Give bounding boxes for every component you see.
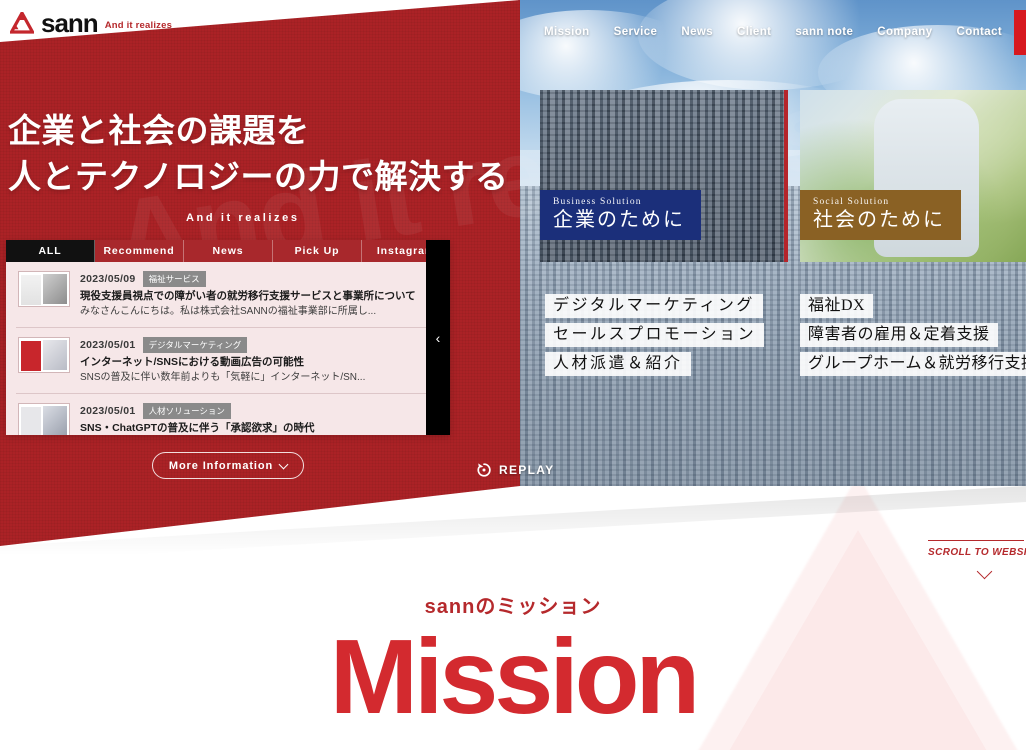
service-link-welfare-dx[interactable]: 福祉DX	[800, 294, 874, 318]
replay-icon	[477, 463, 491, 477]
mission-subtitle: sannのミッション	[424, 596, 602, 618]
social-service-list: 福祉DX 障害者の雇用＆定着支援 グループホーム＆就労移行支援	[800, 294, 1026, 376]
business-label-en: Business Solution	[553, 197, 642, 207]
news-tab-bar: ALL Recommend News Pick Up Instagram	[6, 240, 450, 262]
scroll-to-website-label: SCROLL TO WEBSITE	[928, 547, 1026, 558]
business-label: Business Solution 企業のために	[540, 190, 701, 240]
social-label: Social Solution 社会のために	[800, 190, 961, 240]
triangle-recycle-icon	[10, 12, 34, 34]
site-logo[interactable]: sann And it realizes	[10, 8, 173, 38]
news-tab-pickup[interactable]: Pick Up	[273, 240, 362, 262]
service-link-group-home[interactable]: グループホーム＆就労移行支援	[800, 352, 1026, 376]
headline-subline: And it realizes	[186, 212, 300, 224]
mission-title: Mission	[329, 618, 701, 736]
news-thumbnail	[18, 337, 70, 373]
news-date: 2023/05/09	[80, 273, 136, 285]
more-information-label: More Information	[168, 459, 274, 472]
nav-item-mission[interactable]: Mission	[532, 12, 602, 53]
news-thumbnail	[18, 271, 70, 307]
service-link-disability-employment[interactable]: 障害者の雇用＆定着支援	[800, 323, 998, 347]
news-list-item[interactable]: 2023/05/01 人材ソリューション SNS・ChatGPTの普及に伴う「承…	[16, 394, 440, 435]
nav-item-news[interactable]: News	[669, 12, 725, 53]
business-label-ja: 企業のために	[553, 209, 685, 231]
headline-line-1: 企業と社会の課題を	[8, 112, 310, 149]
news-list-item[interactable]: 2023/05/09 福祉サービス 現役支援員視点での障がい者の就労移行支援サー…	[16, 262, 440, 328]
news-list-item[interactable]: 2023/05/01 デジタルマーケティング インターネット/SNSにおける動画…	[16, 328, 440, 394]
social-label-en: Social Solution	[813, 197, 890, 207]
mission-section: sannのミッション Mission	[0, 590, 1026, 736]
nav-item-sann-note[interactable]: sann note	[783, 12, 865, 53]
solution-card-social[interactable]: Social Solution 社会のために	[800, 90, 1026, 262]
news-tab-recommend[interactable]: Recommend	[95, 240, 184, 262]
news-date: 2023/05/01	[80, 339, 136, 351]
replay-button[interactable]: REPLAY	[476, 462, 554, 478]
logo-tagline: And it realizes	[104, 20, 173, 31]
scroll-divider	[928, 540, 1024, 541]
nav-item-service[interactable]: Service	[602, 12, 670, 53]
recruit-button[interactable]: Recruit 採用サイト	[1014, 10, 1026, 55]
news-panel: ALL Recommend News Pick Up Instagram 202…	[6, 240, 450, 435]
main-navigation: Mission Service News Client sann note Co…	[518, 10, 1026, 55]
service-link-sales-promotion[interactable]: セールスプロモーション	[545, 323, 765, 347]
chevron-left-icon: ‹	[435, 329, 441, 346]
more-information-button[interactable]: More Information	[152, 452, 304, 479]
replay-label: REPLAY	[499, 463, 555, 477]
news-thumbnail	[18, 403, 70, 435]
chevron-down-icon	[278, 459, 289, 469]
scroll-to-website[interactable]: SCROLL TO WEBSITE	[928, 540, 1026, 580]
news-item-list: 2023/05/09 福祉サービス 現役支援員視点での障がい者の就労移行支援サー…	[6, 262, 450, 435]
solution-card-business[interactable]: Business Solution 企業のために	[540, 90, 788, 262]
service-link-digital-marketing[interactable]: デジタルマーケティング	[545, 294, 763, 318]
news-title: SNS・ChatGPTの普及に伴う「承認欲求」の時代	[80, 422, 315, 434]
service-link-staffing[interactable]: 人材派遣＆紹介	[545, 352, 691, 376]
news-category-badge: 人材ソリューション	[142, 403, 231, 419]
business-service-list: デジタルマーケティング セールスプロモーション 人材派遣＆紹介	[545, 294, 765, 376]
news-tab-news[interactable]: News	[184, 240, 273, 262]
headline-line-2: 人とテクノロジーの力で解決する	[8, 158, 509, 195]
social-label-ja: 社会のために	[813, 209, 945, 231]
news-excerpt: SNSの普及に伴い数年前よりも「気軽に」インターネット/SN...	[80, 372, 366, 383]
news-category-badge: デジタルマーケティング	[142, 337, 248, 353]
news-prev-button[interactable]: ‹	[426, 240, 450, 435]
nav-item-list: Mission Service News Client sann note Co…	[518, 12, 1014, 53]
nav-item-client[interactable]: Client	[725, 12, 783, 53]
nav-item-contact[interactable]: Contact	[945, 12, 1015, 53]
hero-headline: 企業と社会の課題を 人とテクノロジーの力で解決する And it realize…	[8, 108, 509, 224]
nav-item-company[interactable]: Company	[865, 12, 944, 53]
news-excerpt: みなさんこんにちは。私は株式会社SANNの福祉事業部に所属し...	[80, 306, 377, 317]
news-tab-all[interactable]: ALL	[6, 240, 95, 262]
news-title: インターネット/SNSにおける動画広告の可能性	[80, 356, 305, 368]
news-category-badge: 福祉サービス	[142, 271, 206, 287]
news-date: 2023/05/01	[80, 405, 136, 417]
logo-wordmark: sann	[41, 8, 99, 38]
chevron-down-icon	[976, 563, 993, 580]
page-root: And it realizes sann And it realizes Mis…	[0, 0, 1026, 750]
news-title: 現役支援員視点での障がい者の就労移行支援サービスと事業所について	[80, 290, 416, 302]
